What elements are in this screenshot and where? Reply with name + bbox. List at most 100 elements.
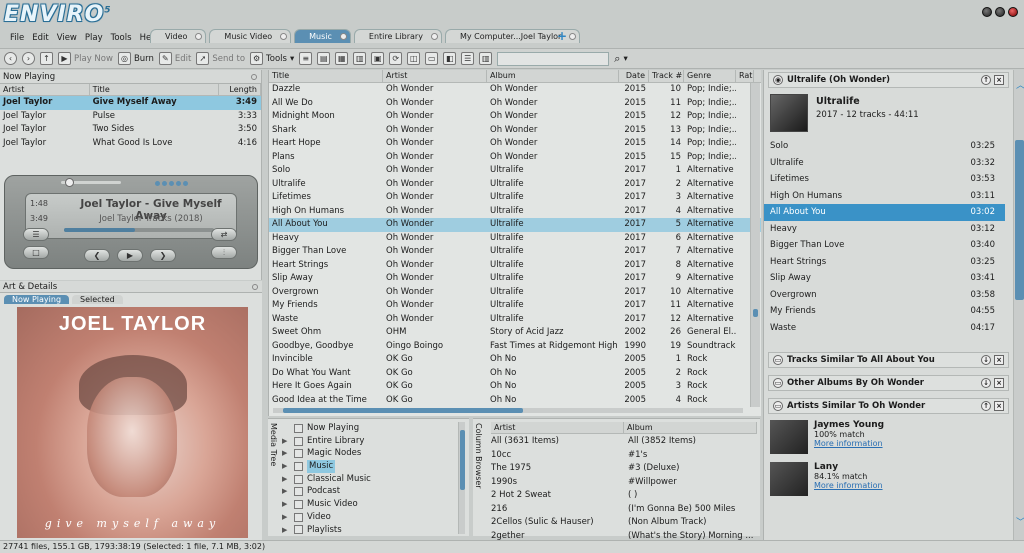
tools-button[interactable]: ⚙ Tools ▾ <box>250 52 294 65</box>
now-playing-row[interactable]: Joel Taylor Give Myself Away 3:49 <box>0 96 261 110</box>
menu-play[interactable]: Play <box>81 33 107 43</box>
forward-icon[interactable]: › <box>22 52 35 65</box>
table-row[interactable]: Heavy Oh Wonder Ultralife 2017 6 Alternative <box>269 232 761 246</box>
album-item[interactable]: (I'm Gonna Be) 500 Miles <box>628 503 753 517</box>
playlist-icon[interactable]: ≡ <box>299 52 313 65</box>
album-item[interactable]: #3 (Deluxe) <box>628 462 753 476</box>
menu-tools[interactable]: Tools <box>107 33 136 43</box>
column-header[interactable]: Length <box>219 84 261 95</box>
artist-item[interactable]: 2 Hot 2 Sweat <box>491 489 616 503</box>
artist-item[interactable]: 10cc <box>491 449 616 463</box>
table-row[interactable]: Sweet Ohm OHM Story of Acid Jazz 2002 26 Gene… <box>269 326 761 340</box>
tree-item[interactable]: ▶ Playlists <box>282 524 462 537</box>
tab-close-icon[interactable] <box>280 33 288 40</box>
sort-icon[interactable]: ☰ <box>461 52 475 65</box>
column-header-rati[interactable]: Rati <box>736 70 754 82</box>
other-albums-header[interactable]: ▭ Other Albums By Oh Wonder ↓ × <box>768 375 1009 391</box>
menu-edit[interactable]: Edit <box>28 33 52 43</box>
play-now-button[interactable]: ▶ Play Now <box>58 52 113 65</box>
up-folder-icon[interactable]: ↑ <box>40 52 53 65</box>
send-to-button[interactable]: ➚ Send to <box>196 52 245 65</box>
column-header-album[interactable]: Album <box>487 70 619 82</box>
album-item[interactable]: ( ) <box>628 489 753 503</box>
grid-icon[interactable]: ▦ <box>335 52 349 65</box>
artist-item[interactable]: All (3631 Items) <box>491 435 616 449</box>
edit-button[interactable]: ✎ Edit <box>158 52 191 65</box>
album-item[interactable]: #1's <box>628 449 753 463</box>
artwork-icon[interactable]: ▣ <box>371 52 385 65</box>
sync-icon[interactable]: ⟳ <box>389 52 403 65</box>
scroll-up-icon[interactable]: ︿ <box>1016 78 1024 91</box>
table-row[interactable]: Bigger Than Love Oh Wonder Ultralife 2017 7 A… <box>269 245 761 259</box>
table-row[interactable]: Do What You Want OK Go Oh No 2005 2 Rock <box>269 367 761 381</box>
artist-item[interactable]: 2Cellos (Sulic & Hauser) <box>491 516 616 530</box>
expand-arrow-icon[interactable]: ▶ <box>282 435 290 448</box>
tab-close-icon[interactable] <box>195 33 203 40</box>
tab-music-video[interactable]: Music Video <box>209 29 292 43</box>
album-track-row[interactable]: Waste 04:17 <box>764 320 1005 337</box>
album-item[interactable]: (Non Album Track) <box>628 516 753 530</box>
tree-item[interactable]: ▶ Music <box>282 460 462 473</box>
info-panel-scroll[interactable]: ︿ ﹀ <box>1013 70 1024 540</box>
shuffle-button[interactable]: ⇄ <box>211 228 237 241</box>
tree-item[interactable]: ▶ Music Video <box>282 498 462 511</box>
table-row[interactable]: Lifetimes Oh Wonder Ultralife 2017 3 Alternat… <box>269 191 761 205</box>
panel-menu-icon[interactable] <box>252 283 258 290</box>
column-header-date[interactable]: Date <box>619 70 649 82</box>
column-header-genre[interactable]: Genre <box>684 70 736 82</box>
minimize-icon[interactable] <box>982 7 992 17</box>
column-header-title[interactable]: Title <box>269 70 383 82</box>
search-button[interactable]: ⌕ ▾ <box>614 52 627 66</box>
column-header-track-[interactable]: Track # <box>649 70 684 82</box>
table-row[interactable]: Heart Strings Oh Wonder Ultralife 2017 8 Alte… <box>269 259 761 273</box>
tab-close-icon[interactable] <box>339 33 347 40</box>
burn-button[interactable]: ◎ Burn <box>117 52 154 65</box>
table-row[interactable]: Waste Oh Wonder Ultralife 2017 12 Alternative <box>269 313 761 327</box>
column-header[interactable]: Artist <box>0 84 90 95</box>
similar-artists-header[interactable]: ▭ Artists Similar To Oh Wonder ↑ × <box>768 398 1009 414</box>
album-track-row[interactable]: All About You 03:02 <box>764 204 1005 221</box>
album-track-row[interactable]: Overgrown 03:58 <box>764 287 1005 304</box>
maximize-icon[interactable] <box>995 7 1005 17</box>
expand-arrow-icon[interactable]: ▶ <box>282 473 290 486</box>
table-row[interactable]: All About You Oh Wonder Ultralife 2017 5 Alte… <box>269 218 761 232</box>
table-row[interactable]: Shark Oh Wonder Oh Wonder 2015 13 Pop; Indie;… <box>269 124 761 138</box>
tree-scroll[interactable] <box>458 422 465 534</box>
play-button[interactable]: ▶ <box>117 249 143 262</box>
table-row[interactable]: Heart Hope Oh Wonder Oh Wonder 2015 14 Pop; I… <box>269 137 761 151</box>
volume-handle[interactable] <box>65 178 74 187</box>
table-row[interactable]: Solo Oh Wonder Ultralife 2017 1 Alternative <box>269 164 761 178</box>
tab-close-icon[interactable] <box>430 33 438 40</box>
album-column-header[interactable]: Album <box>624 422 757 433</box>
album-item[interactable]: All (3852 Items) <box>628 435 753 449</box>
table-row[interactable]: Goodbye, Goodbye Oingo Boingo Fast Times a… <box>269 340 761 354</box>
next-button[interactable]: ❯ <box>150 249 176 262</box>
column-header[interactable]: Title <box>90 84 220 95</box>
artist-item[interactable]: 1990s <box>491 476 616 490</box>
tab-video[interactable]: Video <box>150 29 207 43</box>
album-track-row[interactable]: Ultralife 03:32 <box>764 155 1005 172</box>
menu-view[interactable]: View <box>53 33 81 43</box>
album-track-row[interactable]: High On Humans 03:11 <box>764 188 1005 205</box>
table-row[interactable]: All We Do Oh Wonder Oh Wonder 2015 11 Pop; In… <box>269 97 761 111</box>
artist-item[interactable]: The 1975 <box>491 462 616 476</box>
panel-menu-icon[interactable] <box>251 73 257 80</box>
split-icon[interactable]: ◧ <box>443 52 457 65</box>
close-icon[interactable] <box>1008 7 1018 17</box>
expand-arrow-icon[interactable]: ▶ <box>282 447 290 460</box>
table-row[interactable]: Here It Goes Again OK Go Oh No 2005 3 Rock <box>269 380 761 394</box>
seek-bar[interactable] <box>64 228 214 232</box>
filter-dropdown[interactable] <box>497 51 610 66</box>
now-playing-row[interactable]: Joel Taylor What Good Is Love 4:16 <box>0 137 261 151</box>
columns-icon[interactable]: ▥ <box>479 52 493 65</box>
album-track-row[interactable]: Bigger Than Love 03:40 <box>764 237 1005 254</box>
tree-item[interactable]: ▶ Video <box>282 511 462 524</box>
tree-item[interactable]: Now Playing <box>282 422 462 435</box>
close-panel-icon[interactable]: × <box>994 355 1004 365</box>
list-icon[interactable]: ▤ <box>317 52 331 65</box>
tree-scroll-thumb[interactable] <box>460 430 465 490</box>
close-panel-icon[interactable]: × <box>994 378 1004 388</box>
table-row[interactable]: Dazzle Oh Wonder Oh Wonder 2015 10 Pop; Indie… <box>269 83 761 97</box>
table-row[interactable]: Ultralife Oh Wonder Ultralife 2017 2 Alternat… <box>269 178 761 192</box>
artist-item[interactable]: 216 <box>491 503 616 517</box>
